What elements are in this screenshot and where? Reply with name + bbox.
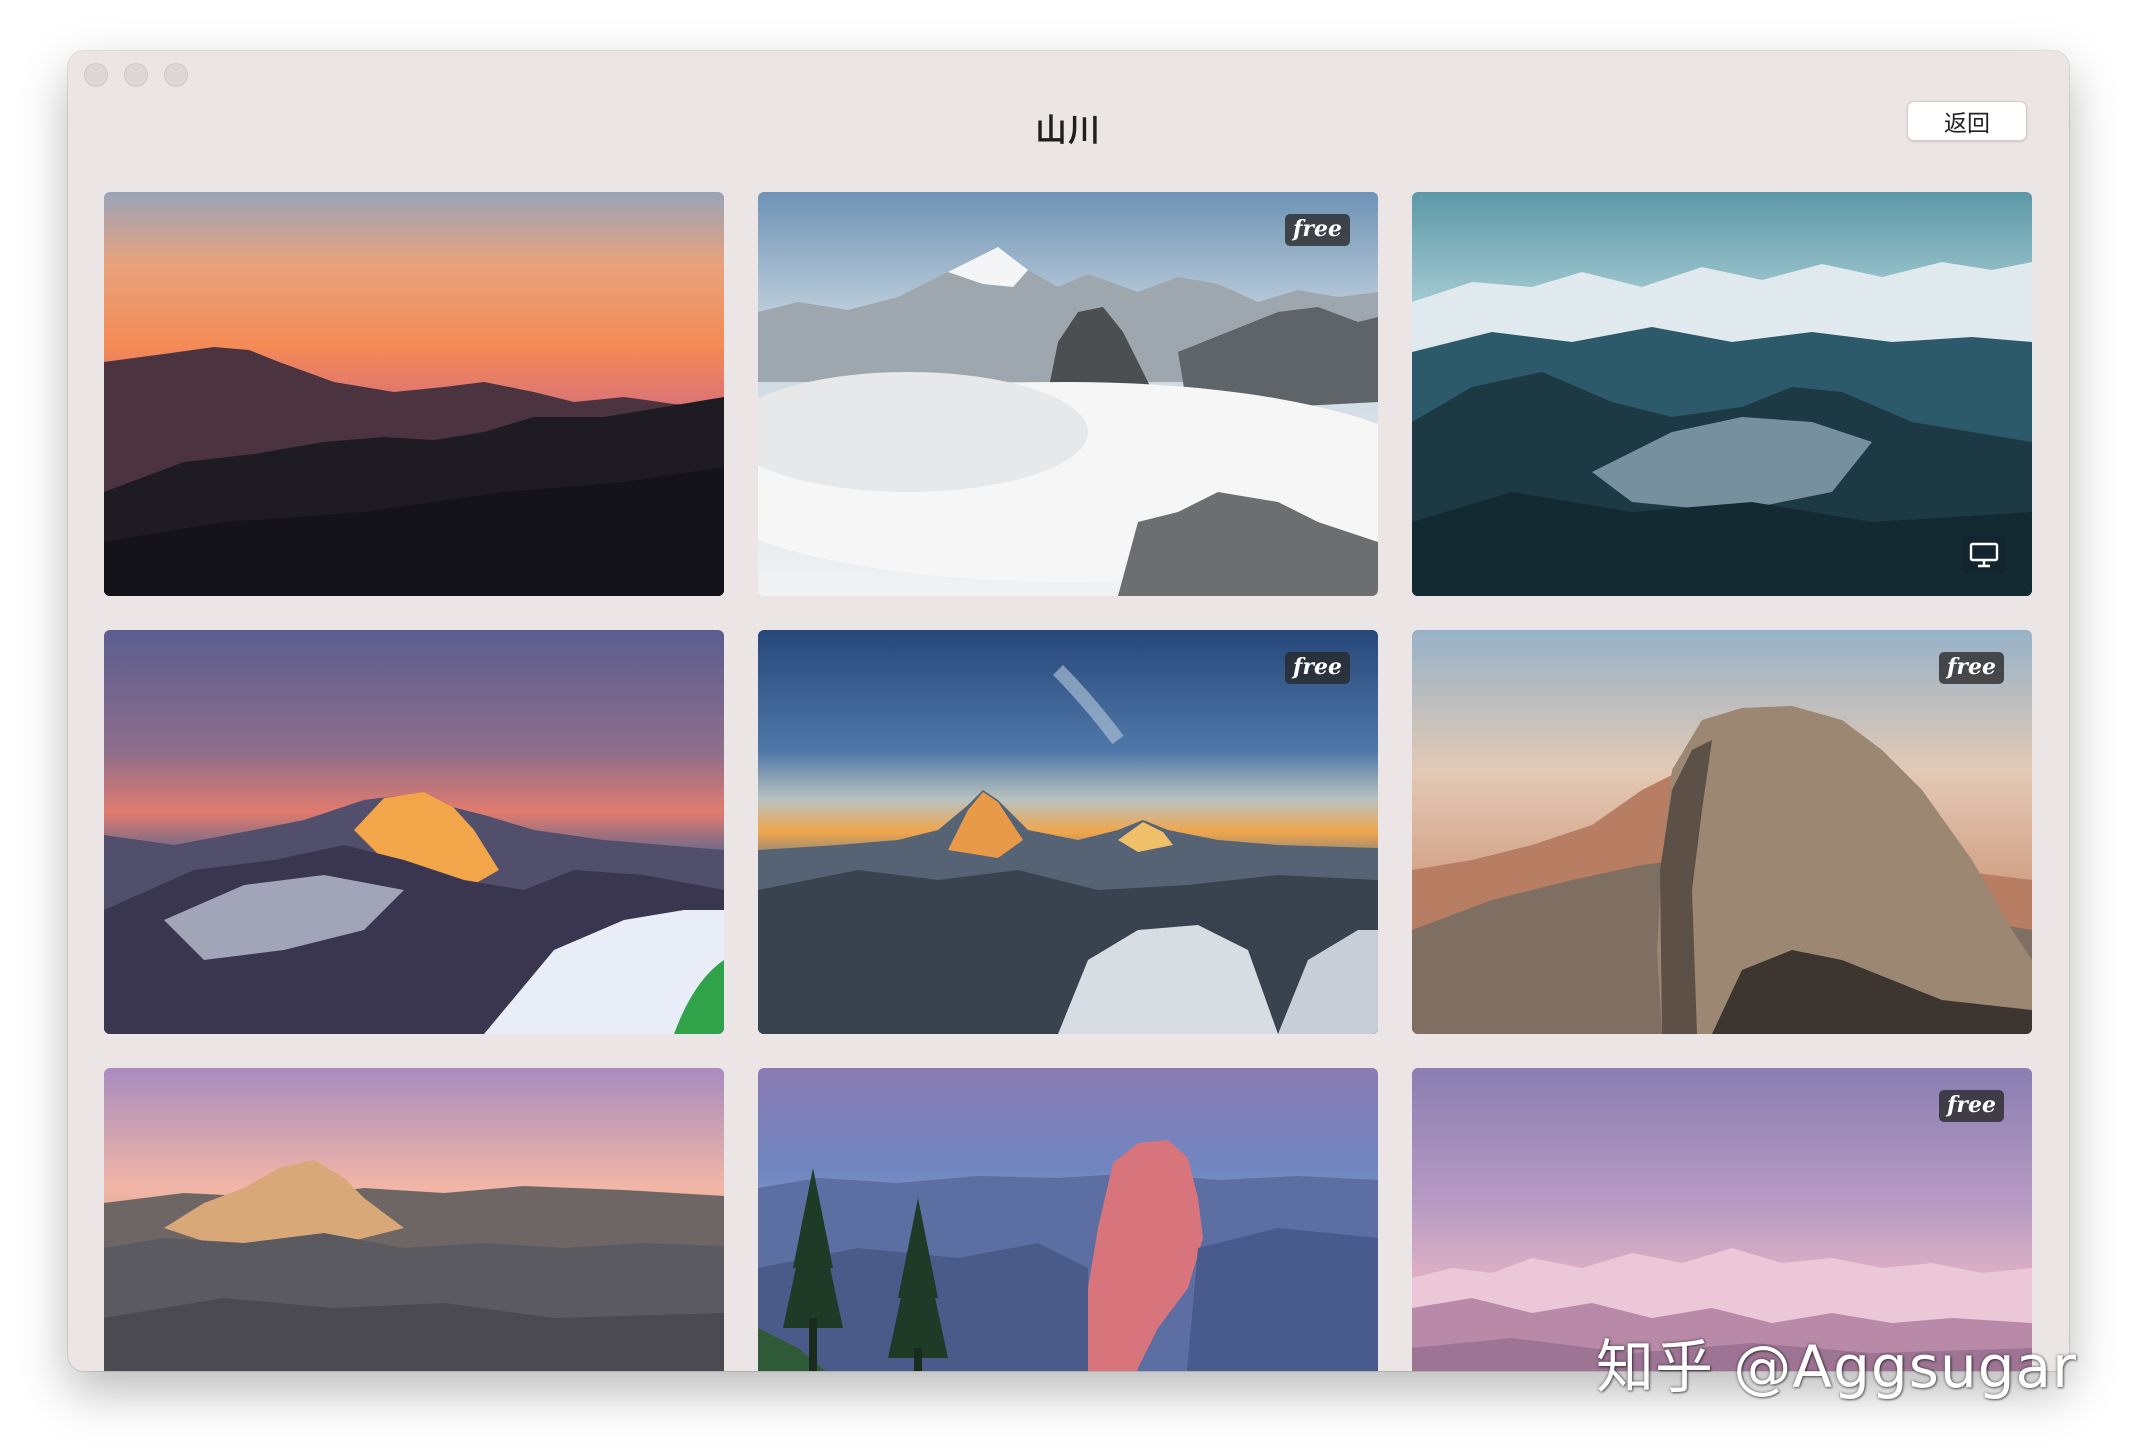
wallpaper-image [104, 192, 724, 596]
wallpaper-image [758, 1068, 1378, 1371]
wallpaper-image [104, 630, 724, 1034]
wallpaper-tile-half-dome-dusk[interactable] [104, 1068, 724, 1371]
close-window-button[interactable] [84, 63, 108, 87]
watermark: 知乎 @Aggsugar [1596, 1333, 2077, 1401]
wallpaper-tile-matterhorn-dawn[interactable]: free [758, 630, 1378, 1034]
wallpaper-grid: free free free free [104, 192, 2034, 1371]
free-badge: free [1284, 652, 1350, 684]
wallpaper-image [758, 630, 1378, 1034]
free-badge: free [1938, 652, 2004, 684]
wallpaper-image [758, 192, 1378, 596]
wallpaper-tile-golden-snow-peak[interactable] [104, 630, 724, 1034]
wallpaper-image [1412, 192, 2032, 596]
wallpaper-tile-peak-above-clouds[interactable]: free [758, 192, 1378, 596]
wallpaper-tile-sunset-ridges[interactable] [104, 192, 724, 596]
zoom-window-button[interactable] [164, 63, 188, 87]
free-badge: free [1284, 214, 1350, 246]
wallpaper-tile-half-dome-alpenglow[interactable] [758, 1068, 1378, 1371]
wallpaper-tile-half-dome-sunset[interactable]: free [1412, 630, 2032, 1034]
monitor-icon[interactable] [1962, 536, 2006, 574]
wallpaper-image [104, 1068, 724, 1371]
app-window: 山川 返回 free free free free [68, 51, 2069, 1371]
minimize-window-button[interactable] [124, 63, 148, 87]
window-controls [84, 63, 188, 87]
back-button[interactable]: 返回 [1907, 101, 2027, 141]
free-badge: free [1938, 1090, 2004, 1122]
page-title: 山川 [1035, 113, 1102, 149]
wallpaper-tile-alpine-range[interactable] [1412, 192, 2032, 596]
wallpaper-image [1412, 630, 2032, 1034]
